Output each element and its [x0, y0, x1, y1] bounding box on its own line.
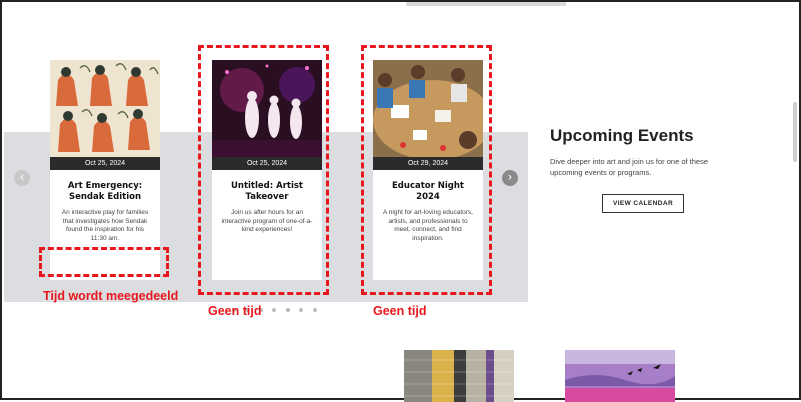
scrollbar[interactable] [793, 102, 797, 162]
event-image-1[interactable]: Oct 25, 2024 [50, 60, 160, 170]
annotation-box-card-3 [361, 45, 492, 295]
carousel-dot[interactable] [285, 308, 290, 312]
carousel-dot[interactable] [272, 308, 277, 312]
view-calendar-button[interactable]: VIEW CALENDAR [602, 194, 684, 213]
annotation-label-no-time-2: Geen tijd [373, 304, 427, 318]
annotation-box-time [39, 247, 169, 277]
event-desc-1: An interactive play for families that in… [61, 209, 149, 234]
chevron-right-icon: › [507, 170, 513, 184]
carousel-dot[interactable] [299, 308, 304, 312]
top-divider [406, 2, 566, 6]
carousel-prev-button[interactable]: ‹ [14, 170, 30, 186]
section-description: Dive deeper into art and join us for one… [550, 157, 709, 177]
annotation-label-time: Tijd wordt meegedeeld [43, 289, 179, 303]
section-title: Upcoming Events [550, 126, 694, 145]
carousel-dot[interactable] [312, 308, 317, 312]
event-time-1: 11:30 am. [90, 234, 120, 242]
bottom-image-textile[interactable] [404, 350, 514, 402]
carousel-next-button[interactable]: › [502, 170, 518, 186]
event-title-1[interactable]: Art Emergency: Sendak Edition [56, 181, 154, 203]
annotation-label-no-time-1: Geen tijd [208, 304, 262, 318]
chevron-left-icon: ‹ [19, 170, 25, 184]
event-date-1: Oct 25, 2024 [50, 157, 160, 170]
bottom-image-painting[interactable] [565, 350, 675, 402]
annotation-box-card-2 [198, 45, 329, 295]
